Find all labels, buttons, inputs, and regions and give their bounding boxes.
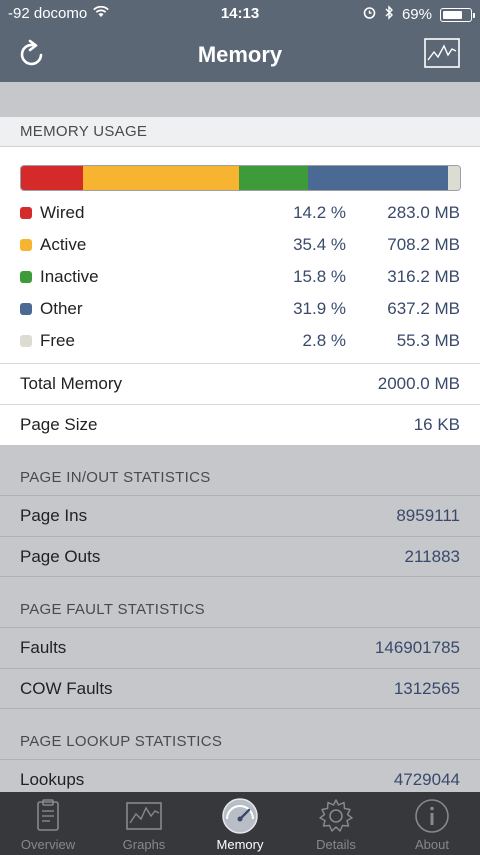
page-inout-section: PAGE IN/OUT STATISTICS Page Ins 8959111 … xyxy=(0,445,480,577)
gauge-icon xyxy=(221,797,259,835)
legend-name: Wired xyxy=(40,203,85,222)
legend-swatch xyxy=(20,271,32,283)
legend-value: 316.2 MB xyxy=(387,267,460,286)
bluetooth-icon xyxy=(384,5,394,24)
total-memory-value: 2000.0 MB xyxy=(377,374,460,393)
tab-bar: Overview Graphs Memory Details About xyxy=(0,792,480,855)
legend-swatch xyxy=(20,207,32,219)
legend-swatch xyxy=(20,303,32,315)
faults-label: Faults xyxy=(20,638,67,657)
page-ins-row: Page Ins 8959111 xyxy=(0,495,480,536)
total-memory-label: Total Memory xyxy=(20,374,123,393)
top-bar: -92 docomo 14:13 69% Memory xyxy=(0,0,480,82)
tab-label: Graphs xyxy=(122,837,166,852)
tab-label: Overview xyxy=(20,837,76,852)
tab-memory[interactable]: Memory xyxy=(192,792,288,855)
tab-details[interactable]: Details xyxy=(288,792,384,855)
page-ins-label: Page Ins xyxy=(20,506,88,525)
legend-swatch xyxy=(20,239,32,251)
legend-percent: 14.2 % xyxy=(293,203,346,222)
tab-label: About xyxy=(415,837,449,852)
usage-bar-segment-wired xyxy=(21,166,84,190)
page-outs-label: Page Outs xyxy=(20,546,101,566)
tab-label: Memory xyxy=(216,837,264,852)
page-size-row: Page Size 16 KB xyxy=(0,404,480,445)
page-fault-section: PAGE FAULT STATISTICS Faults 146901785 C… xyxy=(0,577,480,709)
battery-icon xyxy=(440,7,475,22)
page-size-label: Page Size xyxy=(20,415,98,434)
gear-icon xyxy=(317,797,355,835)
memory-usage-bar xyxy=(20,165,461,191)
page-ins-value: 8959111 xyxy=(396,506,460,525)
lookups-row: Lookups 4729044 xyxy=(0,759,480,792)
page-inout-header: PAGE IN/OUT STATISTICS xyxy=(20,469,211,486)
usage-bar-segment-active xyxy=(83,166,239,190)
legend-value: 55.3 MB xyxy=(396,331,460,350)
alarm-icon xyxy=(363,6,376,23)
legend-name: Free xyxy=(40,331,75,350)
legend-percent: 35.4 % xyxy=(293,235,346,254)
battery-percent: 69% xyxy=(401,6,432,23)
cow-faults-label: COW Faults xyxy=(20,678,113,698)
legend-value: 637.2 MB xyxy=(387,299,460,318)
legend-row-inactive: Inactive 15.8 % 316.2 MB xyxy=(20,261,460,293)
usage-bar-segment-other xyxy=(307,166,448,190)
faults-row: Faults 146901785 xyxy=(0,627,480,668)
memory-legend: Wired 14.2 % 283.0 MB Active 35.4 % 708.2 MB I… xyxy=(0,191,480,363)
legend-percent: 15.8 % xyxy=(293,267,346,286)
usage-bar-segment-free xyxy=(447,166,460,190)
usage-bar-segment-inactive xyxy=(238,166,308,190)
legend-value: 708.2 MB xyxy=(387,235,460,254)
info-icon xyxy=(413,797,451,835)
legend-swatch xyxy=(20,335,32,347)
tab-label: Details xyxy=(316,837,356,852)
navigation-bar: Memory xyxy=(0,28,480,82)
clipboard-icon xyxy=(29,797,67,835)
legend-row-other: Other 31.9 % 637.2 MB xyxy=(20,293,460,325)
tab-about[interactable]: About xyxy=(384,792,480,855)
page-lookup-header: PAGE LOOKUP STATISTICS xyxy=(20,733,223,750)
total-memory-row: Total Memory 2000.0 MB xyxy=(0,363,480,404)
cow-faults-row: COW Faults 1312565 xyxy=(0,668,480,709)
cow-faults-value: 1312565 xyxy=(393,678,460,698)
page-title: Memory xyxy=(197,42,283,67)
legend-percent: 2.8 % xyxy=(302,331,346,350)
page-fault-header: PAGE FAULT STATISTICS xyxy=(20,601,205,618)
tab-graphs[interactable]: Graphs xyxy=(96,792,192,855)
page-size-value: 16 KB xyxy=(413,415,460,434)
legend-value: 283.0 MB xyxy=(387,203,460,222)
line-graph-icon xyxy=(125,797,163,835)
faults-value: 146901785 xyxy=(374,638,460,657)
memory-usage-section: MEMORY USAGE Wired 14.2 % 283.0 MB Active 35… xyxy=(0,117,480,445)
legend-name: Active xyxy=(40,235,87,254)
graph-button[interactable] xyxy=(424,38,460,68)
page-outs-value: 211883 xyxy=(404,546,460,566)
legend-row-active: Active 35.4 % 708.2 MB xyxy=(20,229,460,261)
legend-name: Other xyxy=(40,299,83,318)
memory-usage-header: MEMORY USAGE xyxy=(0,117,480,147)
page-lookup-section: PAGE LOOKUP STATISTICS Lookups 4729044 xyxy=(0,709,480,792)
legend-name: Inactive xyxy=(40,267,99,286)
tab-overview[interactable]: Overview xyxy=(0,792,96,855)
page-outs-row: Page Outs 211883 xyxy=(0,536,480,577)
content-area[interactable]: MEMORY USAGE Wired 14.2 % 283.0 MB Active 35… xyxy=(0,82,480,792)
legend-row-free: Free 2.8 % 55.3 MB xyxy=(20,325,460,357)
legend-percent: 31.9 % xyxy=(293,299,346,318)
lookups-label: Lookups xyxy=(20,769,85,789)
legend-row-wired: Wired 14.2 % 283.0 MB xyxy=(20,197,460,229)
status-bar: -92 docomo 14:13 69% xyxy=(0,0,480,28)
lookups-value: 4729044 xyxy=(393,769,460,789)
